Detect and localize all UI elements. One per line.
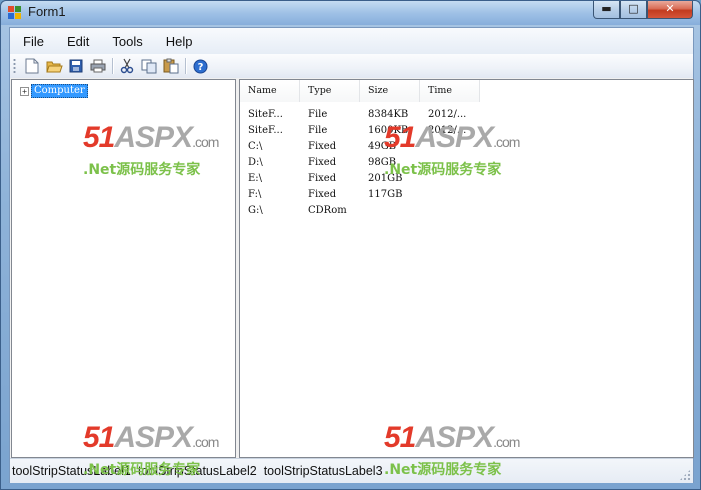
- list-row[interactable]: E:\ Fixed 201GB: [240, 171, 480, 187]
- status-strip: toolStripStatusLabel1 toolStripStatusLab…: [10, 458, 693, 483]
- save-icon: [69, 59, 83, 73]
- close-button[interactable]: ✕: [647, 1, 693, 19]
- list-row[interactable]: G:\ CDRom: [240, 203, 480, 219]
- toolbar-grip[interactable]: [13, 58, 16, 74]
- cell-size: 117GB: [368, 189, 403, 200]
- minimize-button[interactable]: ▬: [593, 1, 620, 19]
- cell-size: 8384KB: [368, 109, 409, 120]
- print-button[interactable]: [87, 56, 109, 76]
- expand-icon[interactable]: +: [20, 86, 29, 96]
- toolbar-separator: [185, 58, 186, 74]
- cell-name: C:\: [248, 141, 263, 152]
- status-label-1: toolStripStatusLabel1: [12, 464, 131, 478]
- save-button[interactable]: [65, 56, 87, 76]
- list-header: Name Type Size Time: [240, 80, 480, 102]
- cell-type: Fixed: [308, 141, 337, 152]
- cell-name: D:\: [248, 157, 263, 168]
- caption-buttons: ▬ □ ✕: [593, 1, 693, 19]
- cell-time: [420, 155, 480, 171]
- cell-size: 98GB: [368, 157, 397, 168]
- menu-edit[interactable]: Edit: [59, 34, 97, 49]
- svg-text:?: ?: [197, 62, 203, 73]
- resize-grip[interactable]: [679, 469, 691, 481]
- cell-name: F:\: [248, 189, 262, 200]
- new-button[interactable]: [21, 56, 43, 76]
- cell-time: 2012/...: [428, 109, 467, 120]
- cell-type: CDRom: [308, 205, 347, 216]
- cell-time: [420, 139, 480, 155]
- app-icon: [8, 6, 21, 19]
- open-icon: [45, 61, 63, 73]
- menu-help[interactable]: Help: [158, 34, 201, 49]
- cell-type: File: [308, 125, 328, 136]
- list-row[interactable]: C:\ Fixed 49GB: [240, 139, 480, 155]
- cut-icon: [120, 58, 134, 74]
- menu-bar: File Edit Tools Help: [10, 28, 693, 54]
- app-window: Form1 ▬ □ ✕ File Edit Tools Help ? + Com…: [0, 0, 701, 490]
- cell-type: Fixed: [308, 157, 337, 168]
- tree-node-computer[interactable]: + Computer: [20, 84, 88, 98]
- list-row[interactable]: D:\ Fixed 98GB: [240, 155, 480, 171]
- cell-time: [420, 187, 480, 203]
- cell-time: [420, 203, 480, 219]
- list-row[interactable]: F:\ Fixed 117GB: [240, 187, 480, 203]
- status-label-3: toolStripStatusLabel3: [263, 464, 383, 478]
- paste-button[interactable]: [160, 56, 182, 76]
- copy-icon: [141, 59, 157, 73]
- menu-tools[interactable]: Tools: [104, 34, 150, 49]
- tree-view[interactable]: + Computer: [11, 79, 236, 458]
- tree-node-label[interactable]: Computer: [31, 84, 88, 98]
- new-icon: [25, 58, 39, 74]
- cell-size: 1600KB: [368, 125, 409, 136]
- copy-button[interactable]: [138, 56, 160, 76]
- cell-size: 49GB: [368, 141, 397, 152]
- cell-time: [420, 171, 480, 187]
- client-area: File Edit Tools Help ? + Computer Name T…: [9, 27, 694, 483]
- cell-name: SiteF...: [248, 125, 283, 136]
- cell-name: G:\: [248, 205, 263, 216]
- list-row[interactable]: SiteF... File 8384KB 2012/...: [240, 107, 480, 123]
- split-container: + Computer Name Type Size Time SiteF... F…: [10, 78, 694, 458]
- cell-size: [360, 203, 420, 219]
- paste-icon: [163, 58, 179, 74]
- maximize-button[interactable]: □: [620, 1, 647, 19]
- menu-file[interactable]: File: [15, 34, 52, 49]
- help-icon: ?: [193, 59, 207, 73]
- column-header-name[interactable]: Name: [240, 80, 300, 102]
- column-header-size[interactable]: Size: [360, 80, 420, 102]
- cell-type: File: [308, 109, 328, 120]
- cell-name: E:\: [248, 173, 263, 184]
- list-view[interactable]: Name Type Size Time SiteF... File 8384KB 20…: [239, 79, 694, 458]
- tool-strip: ?: [10, 54, 693, 78]
- status-label-2: toolStripStatusLabel2: [137, 464, 257, 478]
- help-button[interactable]: ?: [189, 56, 211, 76]
- toolbar-separator: [112, 58, 113, 74]
- cell-size: 201GB: [368, 173, 403, 184]
- cut-button[interactable]: [116, 56, 138, 76]
- window-title: Form1: [28, 4, 66, 19]
- cell-time: 2012/...: [428, 125, 467, 136]
- open-button[interactable]: [43, 56, 65, 76]
- cell-type: Fixed: [308, 173, 337, 184]
- column-header-type[interactable]: Type: [300, 80, 360, 102]
- print-icon: [90, 59, 106, 73]
- title-bar[interactable]: Form1 ▬ □ ✕: [1, 1, 700, 25]
- cell-name: SiteF...: [248, 109, 283, 120]
- list-rows: SiteF... File 8384KB 2012/... SiteF... File 16…: [240, 107, 480, 219]
- cell-type: Fixed: [308, 189, 337, 200]
- column-header-time[interactable]: Time: [420, 80, 480, 102]
- list-row[interactable]: SiteF... File 1600KB 2012/...: [240, 123, 480, 139]
